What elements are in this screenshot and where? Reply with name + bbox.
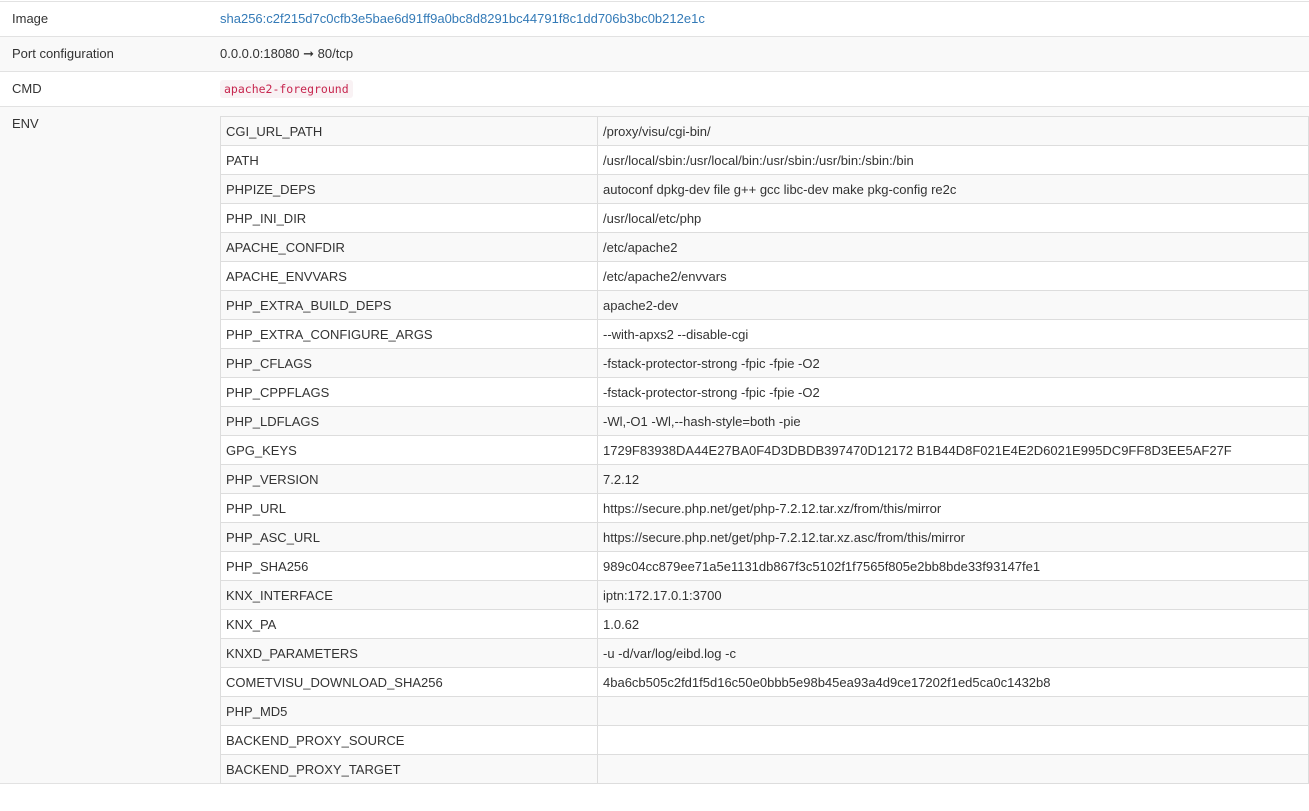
env-value: /usr/local/etc/php bbox=[597, 203, 1309, 233]
env-table: CGI_URL_PATH/proxy/visu/cgi-bin/PATH/usr… bbox=[220, 116, 1309, 784]
env-row: KNX_PA 1.0.62 bbox=[220, 609, 1309, 639]
env-value: 4ba6cb505c2fd1f5d16c50e0bbb5e98b45ea93a4… bbox=[597, 667, 1309, 697]
env-row: PHP_SHA256 989c04cc879ee71a5e1131db867f3c… bbox=[220, 551, 1309, 581]
env-row: KNXD_PARAMETERS -u -d/var/log/eibd.log -c bbox=[220, 638, 1309, 668]
env-key: APACHE_CONFDIR bbox=[220, 232, 598, 262]
env-row: PHP_CPPFLAGS -fstack-protector-strong -fp… bbox=[220, 377, 1309, 407]
env-value: 1.0.62 bbox=[597, 609, 1309, 639]
image-link[interactable]: sha256:c2f215d7c0cfb3e5bae6d91ff9a0bc8d8… bbox=[220, 11, 705, 26]
env-row: PHP_INI_DIR/usr/local/etc/php bbox=[220, 203, 1309, 233]
env-key: PHP_SHA256 bbox=[220, 551, 598, 581]
env-value: --with-apxs2 --disable-cgi bbox=[597, 319, 1309, 349]
env-row: PHP_URL https://secure.php.net/get/php-7.… bbox=[220, 493, 1309, 523]
env-row: PATH/usr/local/sbin:/usr/local/bin:/usr/… bbox=[220, 145, 1309, 175]
env-row: PHPIZE_DEPS autoconf dpkg-dev file g++ gc… bbox=[220, 174, 1309, 204]
env-key: PHP_CFLAGS bbox=[220, 348, 598, 378]
env-row: PHP_LDFLAGS -Wl,-O1 -Wl,--hash-style=both… bbox=[220, 406, 1309, 436]
env-row: PHP_EXTRA_CONFIGURE_ARGS --with-apxs2 --d… bbox=[220, 319, 1309, 349]
env-value: /etc/apache2 bbox=[597, 232, 1309, 262]
env-value bbox=[597, 696, 1309, 726]
env-row: PHP_VERSION 7.2.12 bbox=[220, 464, 1309, 494]
env-key: PHP_CPPFLAGS bbox=[220, 377, 598, 407]
env-value: /usr/local/sbin:/usr/local/bin:/usr/sbin… bbox=[597, 145, 1309, 175]
env-value: 989c04cc879ee71a5e1131db867f3c5102f1f756… bbox=[597, 551, 1309, 581]
env-value: iptn:172.17.0.1:3700 bbox=[597, 580, 1309, 610]
env-value bbox=[597, 725, 1309, 755]
env-value: 7.2.12 bbox=[597, 464, 1309, 494]
detail-row-cmd: CMD apache2-foreground bbox=[0, 72, 1309, 107]
env-value bbox=[597, 754, 1309, 784]
detail-row-env: ENV CGI_URL_PATH/proxy/visu/cgi-bin/PATH… bbox=[0, 107, 1309, 784]
env-key: KNX_PA bbox=[220, 609, 598, 639]
env-key: PHP_ASC_URL bbox=[220, 522, 598, 552]
env-row: GPG_KEYS 1729F83938DA44E27BA0F4D3DBDB3974… bbox=[220, 435, 1309, 465]
env-value: /proxy/visu/cgi-bin/ bbox=[597, 116, 1309, 146]
detail-row-ports: Port configuration 0.0.0.0:18080 ➞ 80/tc… bbox=[0, 37, 1309, 72]
env-key: PHPIZE_DEPS bbox=[220, 174, 598, 204]
env-key: COMETVISU_DOWNLOAD_SHA256 bbox=[220, 667, 598, 697]
port-mapping: 0.0.0.0:18080 ➞ 80/tcp bbox=[220, 46, 354, 61]
env-row: PHP_ASC_URL https://secure.php.net/get/ph… bbox=[220, 522, 1309, 552]
env-row: BACKEND_PROXY_SOURCE bbox=[220, 725, 1309, 755]
env-row: PHP_EXTRA_BUILD_DEPS apache2-dev bbox=[220, 290, 1309, 320]
env-key: KNX_INTERFACE bbox=[220, 580, 598, 610]
container-details-table: Image sha256:c2f215d7c0cfb3e5bae6d91ff9a… bbox=[0, 1, 1309, 784]
env-row: BACKEND_PROXY_TARGET bbox=[220, 754, 1309, 784]
detail-label-image: Image bbox=[12, 11, 49, 26]
env-key: PHP_EXTRA_CONFIGURE_ARGS bbox=[220, 319, 598, 349]
env-value: -fstack-protector-strong -fpic -fpie -O2 bbox=[597, 348, 1309, 378]
env-row: APACHE_ENVVARS/etc/apache2/envvars bbox=[220, 261, 1309, 291]
detail-row-image: Image sha256:c2f215d7c0cfb3e5bae6d91ff9a… bbox=[0, 2, 1309, 37]
detail-label-ports: Port configuration bbox=[12, 46, 114, 61]
env-key: PHP_LDFLAGS bbox=[220, 406, 598, 436]
env-key: PHP_INI_DIR bbox=[220, 203, 598, 233]
env-value: /etc/apache2/envvars bbox=[597, 261, 1309, 291]
env-key: KNXD_PARAMETERS bbox=[220, 638, 598, 668]
env-key: APACHE_ENVVARS bbox=[220, 261, 598, 291]
env-value: -u -d/var/log/eibd.log -c bbox=[597, 638, 1309, 668]
env-value: 1729F83938DA44E27BA0F4D3DBDB397470D12172… bbox=[597, 435, 1309, 465]
env-key: PHP_EXTRA_BUILD_DEPS bbox=[220, 290, 598, 320]
env-row: PHP_MD5 bbox=[220, 696, 1309, 726]
env-row: CGI_URL_PATH/proxy/visu/cgi-bin/ bbox=[220, 116, 1309, 146]
env-key: BACKEND_PROXY_TARGET bbox=[220, 754, 598, 784]
cmd-code: apache2-foreground bbox=[220, 80, 353, 98]
env-row: APACHE_CONFDIR/etc/apache2 bbox=[220, 232, 1309, 262]
env-value: -Wl,-O1 -Wl,--hash-style=both -pie bbox=[597, 406, 1309, 436]
env-value: https://secure.php.net/get/php-7.2.12.ta… bbox=[597, 493, 1309, 523]
env-key: BACKEND_PROXY_SOURCE bbox=[220, 725, 598, 755]
env-key: PHP_URL bbox=[220, 493, 598, 523]
env-value: -fstack-protector-strong -fpic -fpie -O2 bbox=[597, 377, 1309, 407]
env-value: https://secure.php.net/get/php-7.2.12.ta… bbox=[597, 522, 1309, 552]
env-row: KNX_INTERFACE iptn:172.17.0.1:3700 bbox=[220, 580, 1309, 610]
detail-label-cmd: CMD bbox=[12, 81, 42, 96]
env-key: CGI_URL_PATH bbox=[220, 116, 598, 146]
env-key: PHP_VERSION bbox=[220, 464, 598, 494]
env-key: PHP_MD5 bbox=[220, 696, 598, 726]
env-value: apache2-dev bbox=[597, 290, 1309, 320]
env-key: PATH bbox=[220, 145, 598, 175]
env-row: PHP_CFLAGS -fstack-protector-strong -fpic… bbox=[220, 348, 1309, 378]
env-row: COMETVISU_DOWNLOAD_SHA256 4ba6cb505c2fd1f… bbox=[220, 667, 1309, 697]
detail-label-env: ENV bbox=[12, 116, 39, 131]
env-value: autoconf dpkg-dev file g++ gcc libc-dev … bbox=[597, 174, 1309, 204]
env-key: GPG_KEYS bbox=[220, 435, 598, 465]
